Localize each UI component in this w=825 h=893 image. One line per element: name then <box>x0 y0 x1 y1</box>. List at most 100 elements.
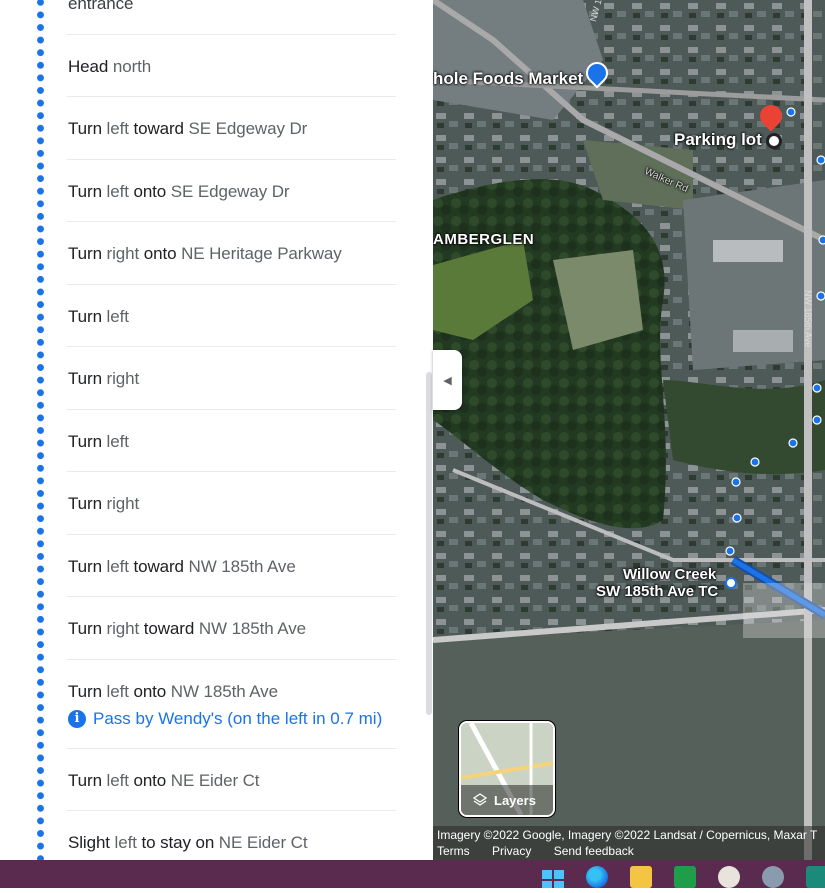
step-detail: NE Eider Ct <box>166 771 260 790</box>
step-note-text: Pass by Wendy's (on the left in 0.7 mi) <box>93 709 383 728</box>
direction-step[interactable]: Turn left onto NE Eider Ct <box>67 749 396 811</box>
direction-step[interactable]: Turn left onto SE Edgeway Dr <box>67 160 396 222</box>
layers-icon <box>472 793 488 807</box>
app-icon[interactable] <box>718 866 740 888</box>
step-keyword: onto <box>133 682 167 701</box>
step-text: Slight left to stay on NE Eider Ct <box>68 833 308 853</box>
step-detail: SE Edgeway Dr <box>166 182 290 201</box>
step-detail: left <box>101 119 134 138</box>
layers-button[interactable]: Layers <box>459 721 555 817</box>
step-keyword: onto <box>133 771 167 790</box>
step-keyword: Slight <box>68 833 110 852</box>
direction-step[interactable]: Turn left toward NW 185th Ave <box>67 535 396 597</box>
step-text: Turn left toward SE Edgeway Dr <box>68 119 307 139</box>
step-detail: right <box>101 494 140 513</box>
step-note[interactable]: i Pass by Wendy's (on the left in 0.7 mi) <box>68 709 382 729</box>
step-text: Turn right <box>68 369 139 389</box>
direction-step[interactable]: Turn left onto NW 185th Ave i Pass by Wend… <box>67 660 396 749</box>
direction-step[interactable]: Head north <box>67 35 396 97</box>
step-detail: right <box>101 369 140 388</box>
collapse-panel-button[interactable]: ◀ <box>433 350 462 410</box>
step-keyword: toward <box>133 557 184 576</box>
security-app-icon[interactable] <box>674 866 696 888</box>
step-detail: north <box>108 57 152 76</box>
direction-step[interactable]: Turn right <box>67 472 396 535</box>
step-keyword: Turn <box>68 244 102 263</box>
direction-step[interactable]: Turn right <box>67 347 396 410</box>
step-detail: left <box>101 307 129 326</box>
step-text: Turn left onto SE Edgeway Dr <box>68 182 290 202</box>
direction-step[interactable]: Turn left <box>67 410 396 472</box>
step-text: Turn left toward NW 185th Ave <box>68 557 296 577</box>
step-detail: NE Heritage Parkway <box>176 244 342 263</box>
step-text: Turn left <box>68 307 129 327</box>
layers-label: Layers <box>494 793 536 808</box>
step-detail: right <box>101 244 144 263</box>
step-keyword: Turn <box>68 182 102 201</box>
step-detail: left <box>109 833 142 852</box>
map-label-whole-foods[interactable]: hole Foods Market <box>433 69 583 89</box>
step-detail: left <box>101 182 134 201</box>
direction-step-partial[interactable]: entrance <box>67 0 396 35</box>
step-text: Turn right <box>68 494 139 514</box>
step-keyword: Turn <box>68 307 102 326</box>
step-keyword: Turn <box>68 119 102 138</box>
road-label: NW 185th Ave <box>803 290 813 348</box>
direction-step[interactable]: Turn right toward NW 185th Ave <box>67 597 396 660</box>
direction-step[interactable]: Turn left toward SE Edgeway Dr <box>67 97 396 160</box>
windows-start-icon[interactable] <box>542 866 564 888</box>
step-text: Turn left onto NE Eider Ct <box>68 771 260 791</box>
directions-panel: entrance Head north Turn left toward SE E… <box>0 0 433 860</box>
destination-marker-icon <box>766 133 782 149</box>
map-label-parking-lot[interactable]: Parking lot <box>674 130 762 150</box>
step-detail: left <box>101 432 129 451</box>
map-label-tamberglen: AMBERGLEN <box>433 231 535 248</box>
map-attribution: Imagery ©2022 Google, Imagery ©2022 Land… <box>433 826 825 860</box>
file-explorer-icon[interactable] <box>630 866 652 888</box>
step-detail: NW 185th Ave <box>194 619 306 638</box>
settings-icon[interactable] <box>762 866 784 888</box>
step-text: Turn left <box>68 432 129 452</box>
step-text: Turn right toward NW 185th Ave <box>68 619 306 639</box>
step-detail: left <box>101 771 134 790</box>
step-keyword: Turn <box>68 432 102 451</box>
send-feedback-link[interactable]: Send feedback <box>554 844 634 858</box>
step-keyword: onto <box>143 244 177 263</box>
step-keyword: Turn <box>68 369 102 388</box>
map-label-willow-creek[interactable]: Willow Creek SW 185th Ave TC <box>596 566 718 600</box>
step-detail: SE Edgeway Dr <box>183 119 308 138</box>
route-dots <box>36 0 45 860</box>
chevron-left-icon: ◀ <box>443 374 452 387</box>
imagery-credit: Imagery ©2022 Google, Imagery ©2022 Land… <box>437 828 818 842</box>
step-keyword: Turn <box>68 682 102 701</box>
step-detail: left <box>101 682 134 701</box>
step-text: Turn left onto NW 185th Ave <box>68 682 278 702</box>
step-detail: left <box>101 557 134 576</box>
step-keyword: toward <box>143 619 195 638</box>
step-keyword: Turn <box>68 494 102 513</box>
scrollbar[interactable] <box>426 372 432 715</box>
terms-link[interactable]: Terms <box>437 844 470 858</box>
direction-step[interactable]: Slight left to stay on NE Eider Ct <box>67 811 396 860</box>
direction-step[interactable]: Turn left <box>67 285 396 347</box>
step-text: entrance <box>68 0 134 13</box>
step-keyword: toward <box>133 119 184 138</box>
step-keyword: Head <box>68 57 109 76</box>
app-icon[interactable] <box>806 866 825 888</box>
step-keyword: Turn <box>68 557 102 576</box>
step-keyword: Turn <box>68 619 102 638</box>
step-detail: NW 185th Ave <box>166 682 278 701</box>
step-detail: NE Eider Ct <box>214 833 308 852</box>
edge-browser-icon[interactable] <box>586 866 608 888</box>
step-keyword: to stay on <box>141 833 215 852</box>
step-text: Head north <box>68 57 151 77</box>
taskbar <box>0 860 825 888</box>
step-text: Turn right onto NE Heritage Parkway <box>68 244 342 264</box>
step-detail: NW 185th Ave <box>183 557 296 576</box>
privacy-link[interactable]: Privacy <box>492 844 531 858</box>
transit-stop-icon[interactable] <box>725 577 737 589</box>
step-keyword: onto <box>133 182 167 201</box>
info-icon: i <box>68 710 86 728</box>
direction-step[interactable]: Turn right onto NE Heritage Parkway <box>67 222 396 285</box>
step-detail: right <box>101 619 144 638</box>
